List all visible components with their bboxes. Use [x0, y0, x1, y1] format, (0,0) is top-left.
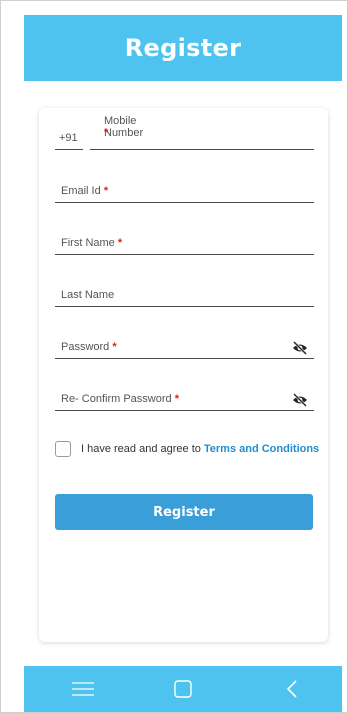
- system-nav-bar: [24, 666, 342, 712]
- page-title: Register: [124, 34, 242, 62]
- menu-icon: [72, 682, 94, 696]
- mobile-field: +91 Mobile Number *: [55, 115, 314, 150]
- back-button[interactable]: [262, 666, 322, 712]
- required-asterisk: *: [117, 237, 123, 249]
- terms-link[interactable]: Terms and Conditions: [204, 443, 319, 455]
- eye-slash-icon[interactable]: [292, 393, 308, 407]
- last-name-label: Last Name: [61, 289, 115, 301]
- back-chevron-icon: [286, 680, 297, 698]
- confirm-password-label: Re- Confirm Password *: [61, 393, 179, 405]
- app-frame: Register +91 Mobile Number * Email Id * …: [0, 0, 348, 713]
- first-name-label: First Name *: [61, 237, 123, 249]
- required-asterisk: *: [174, 393, 179, 405]
- first-name-input[interactable]: First Name *: [55, 232, 314, 255]
- email-label: Email Id *: [61, 185, 109, 197]
- required-asterisk: *: [112, 341, 117, 353]
- register-form-card: +91 Mobile Number * Email Id * First Nam…: [39, 108, 328, 642]
- home-button[interactable]: [153, 666, 213, 712]
- last-name-input[interactable]: Last Name: [55, 284, 314, 307]
- password-label: Password *: [61, 341, 117, 353]
- country-code-field[interactable]: +91: [55, 127, 83, 150]
- terms-row: I have read and agree to Terms and Condi…: [55, 441, 319, 457]
- email-input[interactable]: Email Id *: [55, 180, 314, 203]
- eye-slash-icon[interactable]: [292, 341, 308, 355]
- register-button[interactable]: Register: [55, 494, 313, 530]
- required-asterisk: *: [104, 127, 109, 139]
- required-asterisk: *: [103, 185, 109, 197]
- menu-button[interactable]: [53, 666, 113, 712]
- confirm-password-input[interactable]: Re- Confirm Password *: [55, 388, 314, 411]
- app-header: Register: [24, 15, 342, 81]
- password-input[interactable]: Password *: [55, 336, 314, 359]
- home-square-icon: [174, 680, 192, 698]
- mobile-number-input[interactable]: Mobile Number *: [90, 115, 314, 150]
- terms-text: I have read and agree to: [81, 443, 201, 455]
- country-code-value: +91: [59, 132, 78, 144]
- terms-checkbox[interactable]: [55, 441, 71, 457]
